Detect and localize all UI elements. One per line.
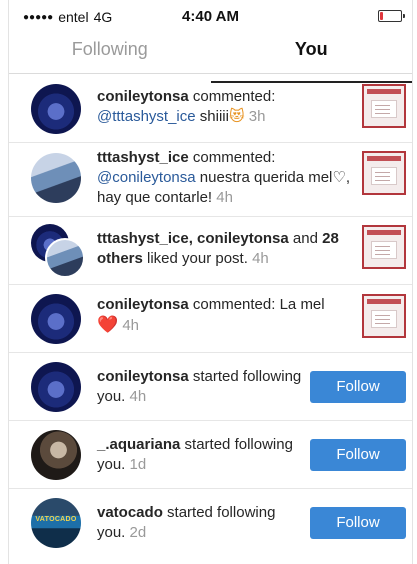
timestamp: 4h bbox=[122, 317, 140, 334]
notification-text: conileytonsa started following you. 4h bbox=[97, 368, 302, 405]
notification-row[interactable]: VATOCADO vatocado started following you.… bbox=[9, 489, 412, 561]
phone-screen: ●●●●● entel 4G 4:40 AM Following You con… bbox=[8, 0, 413, 564]
avatar[interactable] bbox=[31, 362, 81, 412]
notification-row[interactable]: conileytonsa commented: @tttashyst_ice s… bbox=[9, 75, 412, 143]
battery-low-icon bbox=[378, 10, 405, 22]
username[interactable]: tttashyst_ice, conileytonsa bbox=[97, 230, 289, 247]
tab-following[interactable]: Following bbox=[9, 34, 211, 73]
avatar[interactable] bbox=[31, 294, 81, 344]
mention-link[interactable]: @conileytonsa bbox=[97, 169, 196, 186]
notification-row[interactable]: conileytonsa started following you. 4h F… bbox=[9, 353, 412, 421]
username[interactable]: vatocado bbox=[97, 504, 163, 521]
timestamp: 2d bbox=[129, 524, 147, 541]
avatar-stack[interactable] bbox=[31, 224, 85, 278]
timestamp: 4h bbox=[252, 250, 269, 267]
notification-text: tttashyst_ice, conileytonsa and 28 other… bbox=[97, 230, 339, 267]
tab-you[interactable]: You bbox=[210, 34, 413, 83]
timestamp: 3h bbox=[248, 108, 266, 125]
timestamp: 4h bbox=[129, 388, 147, 405]
heart-emoji: ❤️ bbox=[97, 315, 119, 334]
post-thumbnail[interactable] bbox=[362, 84, 406, 128]
follow-button[interactable]: Follow bbox=[310, 507, 406, 539]
follow-button[interactable]: Follow bbox=[310, 371, 406, 403]
notification-text: _.aquariana started following you. 1d bbox=[97, 436, 293, 473]
avatar[interactable]: VATOCADO bbox=[31, 498, 81, 548]
timestamp: 1d bbox=[129, 456, 147, 473]
activity-feed: conileytonsa commented: @tttashyst_ice s… bbox=[9, 75, 412, 561]
post-thumbnail[interactable] bbox=[362, 151, 406, 195]
notification-row[interactable]: conileytonsa commented: La mel ❤️ 4h bbox=[9, 285, 412, 353]
notification-text: tttashyst_ice commented: @conileytonsa n… bbox=[97, 149, 350, 206]
activity-tabs: Following You bbox=[9, 34, 413, 83]
timestamp: 4h bbox=[216, 189, 233, 206]
avatar[interactable] bbox=[31, 84, 81, 134]
notification-text: conileytonsa commented: @tttashyst_ice s… bbox=[97, 88, 276, 125]
heart-eyes-cat-emoji: 😻 bbox=[228, 108, 245, 125]
avatar bbox=[45, 238, 85, 278]
mention-link[interactable]: @tttashyst_ice bbox=[97, 108, 196, 125]
status-bar: ●●●●● entel 4G 4:40 AM bbox=[9, 0, 412, 34]
post-thumbnail[interactable] bbox=[362, 294, 406, 338]
username[interactable]: conileytonsa bbox=[97, 296, 189, 313]
username[interactable]: _.aquariana bbox=[97, 436, 180, 453]
username[interactable]: conileytonsa bbox=[97, 88, 189, 105]
follow-button[interactable]: Follow bbox=[310, 439, 406, 471]
notification-row[interactable]: tttashyst_ice, conileytonsa and 28 other… bbox=[9, 217, 412, 285]
post-thumbnail[interactable] bbox=[362, 225, 406, 269]
avatar[interactable] bbox=[31, 153, 81, 203]
notification-row[interactable]: tttashyst_ice commented: @conileytonsa n… bbox=[9, 143, 412, 217]
avatar[interactable] bbox=[31, 430, 81, 480]
avatar-logo-text: VATOCADO bbox=[35, 516, 77, 523]
notification-text: vatocado started following you. 2d bbox=[97, 504, 276, 541]
notification-row[interactable]: _.aquariana started following you. 1d Fo… bbox=[9, 421, 412, 489]
notification-text: conileytonsa commented: La mel ❤️ 4h bbox=[97, 296, 325, 334]
username[interactable]: conileytonsa bbox=[97, 368, 189, 385]
username[interactable]: tttashyst_ice bbox=[97, 149, 189, 166]
status-time: 4:40 AM bbox=[182, 8, 239, 25]
